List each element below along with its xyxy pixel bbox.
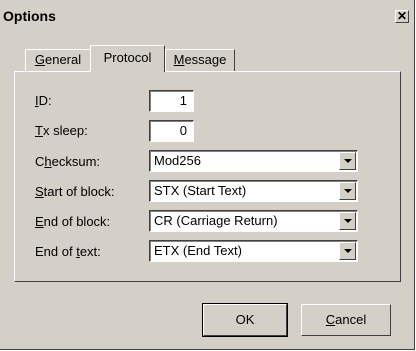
chevron-down-icon (344, 189, 352, 193)
end-of-text-label-pre: End of (35, 244, 77, 259)
end-of-text-label-text: ext: (79, 244, 101, 259)
ok-button[interactable]: OK (202, 303, 288, 337)
checksum-label: Checksum: (35, 154, 100, 170)
end-of-block-value: CR (Carriage Return) (154, 213, 278, 228)
chevron-down-icon (344, 249, 352, 253)
tx-sleep-label: Tx sleep: (35, 123, 88, 139)
tx-sleep-field[interactable]: 0 (149, 120, 194, 142)
window-title: Options (3, 8, 56, 24)
close-icon: ✕ (396, 9, 408, 23)
start-of-block-label: Start of block: (35, 184, 114, 200)
end-of-block-label-text: nd of block: (43, 214, 111, 229)
tab-general-accel: G (34, 52, 45, 67)
end-of-block-dropdown-button[interactable] (339, 212, 356, 230)
end-of-text-value: ETX (End Text) (154, 243, 242, 258)
checksum-label-accel: h (44, 154, 52, 169)
chevron-down-icon (344, 159, 352, 163)
start-of-block-label-accel: S (35, 184, 44, 199)
start-of-block-label-text: tart of block: (43, 184, 115, 199)
close-button[interactable]: ✕ (395, 10, 409, 23)
checksum-label-text: ecksum: (51, 154, 101, 169)
tab-general-label: eneral (44, 52, 82, 67)
options-dialog: Options ✕ General Protocol Message ID: 1… (0, 0, 415, 350)
cancel-button-label: ancel (335, 312, 367, 327)
end-of-block-select[interactable]: CR (Carriage Return) (149, 210, 358, 232)
cancel-button[interactable]: Cancel (301, 304, 391, 336)
start-of-block-select[interactable]: STX (Start Text) (149, 180, 358, 202)
end-of-block-label: End of block: (35, 214, 110, 230)
chevron-down-icon (344, 219, 352, 223)
checksum-dropdown-button[interactable] (339, 152, 356, 170)
tx-sleep-label-text: x sleep: (42, 123, 88, 138)
tab-message-label: essage (184, 52, 227, 67)
tab-general[interactable]: General (25, 49, 91, 71)
tab-protocol[interactable]: Protocol (90, 45, 165, 72)
end-of-text-label: End of text: (35, 244, 101, 260)
end-of-block-label-accel: E (35, 214, 44, 229)
tx-sleep-label-accel: T (35, 123, 43, 138)
start-of-block-dropdown-button[interactable] (339, 182, 356, 200)
tab-protocol-label: Protocol (103, 50, 152, 65)
id-field[interactable]: 1 (149, 90, 194, 112)
title-bar: Options ✕ (0, 0, 414, 32)
end-of-text-select[interactable]: ETX (End Text) (149, 240, 358, 262)
id-label: ID: (35, 93, 52, 109)
tab-message[interactable]: Message (165, 49, 235, 71)
tab-message-accel: M (173, 52, 185, 67)
cancel-button-accel: C (325, 312, 336, 327)
checksum-select[interactable]: Mod256 (149, 150, 358, 172)
id-label-text: D: (38, 93, 52, 108)
end-of-text-dropdown-button[interactable] (339, 242, 356, 260)
start-of-block-value: STX (Start Text) (154, 183, 247, 198)
checksum-label-pre: C (35, 154, 45, 169)
checksum-value: Mod256 (154, 153, 201, 168)
